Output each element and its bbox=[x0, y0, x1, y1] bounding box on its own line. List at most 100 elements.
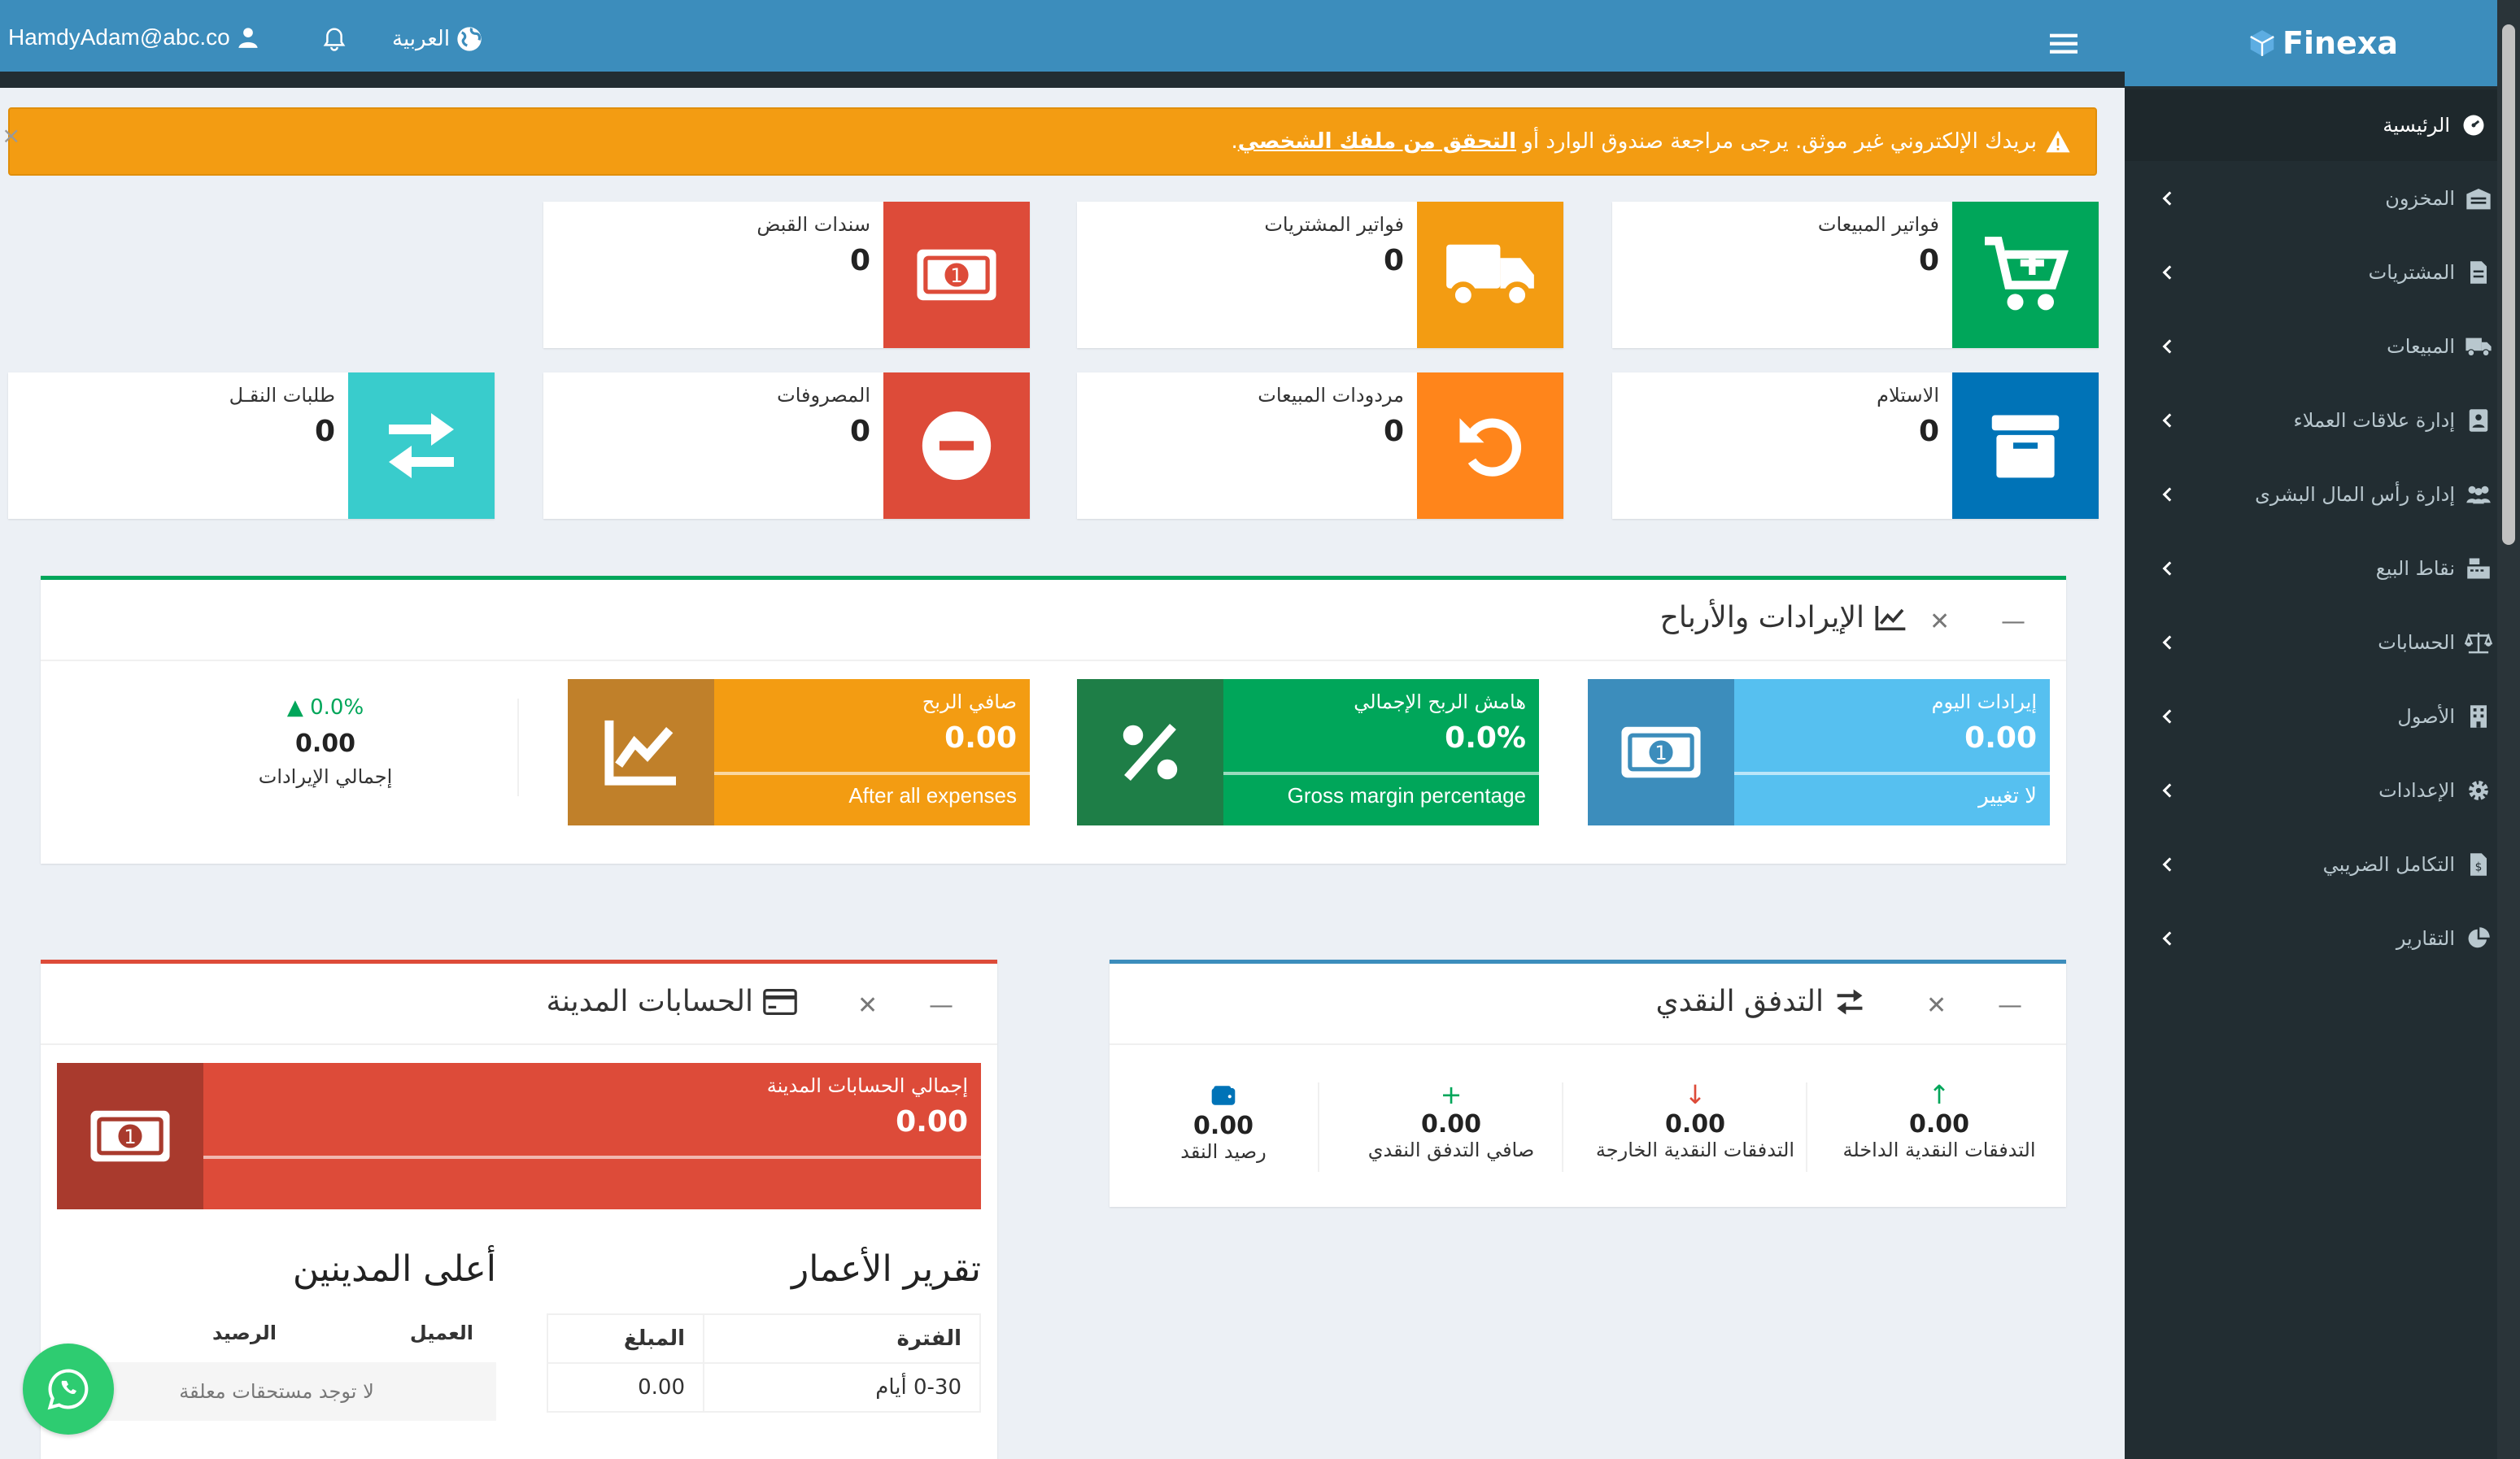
column-header: المبلغ bbox=[547, 1313, 704, 1364]
chevron-left-icon bbox=[2162, 782, 2172, 798]
sidebar-item-assets[interactable]: الأصول bbox=[2125, 679, 2520, 753]
divider bbox=[517, 699, 519, 796]
info-box-value: 0 bbox=[1383, 244, 1404, 277]
bell-icon[interactable] bbox=[322, 26, 347, 52]
sidebar-item-crm[interactable]: إدارة علاقات العملاء bbox=[2125, 383, 2520, 457]
info-box-expenses[interactable]: المصروفات 0 bbox=[543, 372, 1030, 519]
column-header: العميل bbox=[409, 1322, 473, 1344]
empty-state-text: لا توجد مستحقات معلقة bbox=[57, 1362, 496, 1421]
net-cashflow: + 0.00 صافي التدفق النقدي bbox=[1329, 1079, 1573, 1161]
verify-profile-link[interactable]: التحقق من ملفك الشخصي bbox=[1238, 129, 1516, 154]
table-cell: 0-30 أيام bbox=[703, 1362, 981, 1413]
sidebar-item-pos[interactable]: نقاط البيع bbox=[2125, 531, 2520, 605]
contact-card-icon bbox=[2465, 407, 2492, 434]
cart-plus-icon bbox=[1952, 202, 2099, 348]
email-verification-alert: بريدك الإلكتروني غير موثق. يرجى مراجعة ص… bbox=[8, 107, 2097, 176]
alert-text-end: . bbox=[1231, 129, 1238, 154]
close-panel-icon[interactable]: ✕ bbox=[857, 991, 878, 1020]
total-revenue-label: إجمالي الإيرادات bbox=[258, 765, 393, 788]
svg-text:$: $ bbox=[2475, 860, 2483, 873]
sidebar-item-home[interactable]: الرئيسية bbox=[2125, 89, 2520, 161]
sidebar-item-inventory[interactable]: المخزون bbox=[2125, 161, 2520, 235]
svg-text:1: 1 bbox=[1655, 741, 1667, 764]
exchange-arrows-icon bbox=[1837, 989, 1863, 1014]
gear-icon bbox=[2465, 777, 2492, 804]
scrollbar-thumb[interactable] bbox=[2502, 24, 2515, 545]
cash-outflow: ↓ 0.00 التدفقات النقدية الخارجة bbox=[1573, 1079, 1817, 1161]
sidebar-item-accounts[interactable]: الحسابات bbox=[2125, 605, 2520, 679]
alert-text: بريدك الإلكتروني غير موثق. يرجى مراجعة ص… bbox=[1523, 129, 2037, 154]
user-menu[interactable]: HamdyAdam@abc.co bbox=[8, 24, 259, 50]
info-box-label: مردودات المبيعات bbox=[1258, 384, 1404, 407]
cash-inflow: ↑ 0.00 التدفقات النقدية الداخلة bbox=[1817, 1079, 2061, 1161]
chevron-left-icon bbox=[2162, 930, 2172, 946]
undo-icon bbox=[1417, 372, 1563, 519]
info-box-receipt-vouchers[interactable]: 1 سندات القبض 0 bbox=[543, 202, 1030, 348]
info-box-label: طلبات النقـل bbox=[229, 384, 335, 407]
collapse-panel-icon[interactable]: — bbox=[2001, 608, 2025, 636]
hamburger-menu-icon[interactable] bbox=[2050, 31, 2077, 55]
sidebar-item-settings[interactable]: الإعدادات bbox=[2125, 753, 2520, 827]
stat-value: 0.00 bbox=[896, 1105, 968, 1139]
stat-footnote: لا تغيير bbox=[1978, 783, 2037, 808]
info-box-receiving[interactable]: الاستلام 0 bbox=[1612, 372, 2099, 519]
arrow-down-icon: ↓ bbox=[1684, 1079, 1707, 1110]
percent-icon bbox=[1077, 679, 1223, 825]
language-switcher[interactable]: العربية bbox=[392, 26, 482, 52]
sidebar-item-label: المخزون bbox=[2385, 186, 2455, 210]
user-email: HamdyAdam@abc.co bbox=[8, 24, 230, 50]
close-alert-icon[interactable]: × bbox=[2, 122, 20, 149]
line-chart-icon bbox=[568, 679, 714, 825]
info-box-purchase-invoices[interactable]: فواتير المشتريات 0 bbox=[1077, 202, 1563, 348]
close-panel-icon[interactable]: ✕ bbox=[1929, 608, 1950, 636]
sidebar-item-tax[interactable]: $ التكامل الضريبي bbox=[2125, 827, 2520, 901]
info-box-value: 0 bbox=[314, 415, 335, 448]
info-box-transfer-requests[interactable]: طلبات النقـل 0 bbox=[8, 372, 495, 519]
language-label: العربية bbox=[392, 27, 451, 51]
cash-balance-value: 0.00 bbox=[1192, 1112, 1254, 1140]
collapse-panel-icon[interactable]: — bbox=[1998, 991, 2022, 1020]
cash-inflow-label: التدفقات النقدية الداخلة bbox=[1842, 1139, 2036, 1161]
sidebar-item-reports[interactable]: التقارير bbox=[2125, 901, 2520, 975]
sidebar: Finexa الرئيسية المخزون المشتريات المبيع… bbox=[2125, 0, 2520, 1459]
stat-net-profit: صافي الربح 0.00 After all expenses bbox=[568, 679, 1030, 825]
cash-register-icon bbox=[2465, 555, 2492, 582]
stat-footnote: After all expenses bbox=[848, 783, 1017, 808]
exchange-arrows-icon bbox=[348, 372, 495, 519]
aging-table: الفترة المبلغ 0-30 أيام 0.00 bbox=[547, 1313, 981, 1413]
cash-outflow-label: التدفقات النقدية الخارجة bbox=[1595, 1139, 1795, 1161]
revenue-change: ▲ 0.0% bbox=[163, 695, 488, 720]
sidebar-item-sales[interactable]: المبيعات bbox=[2125, 309, 2520, 383]
chevron-left-icon bbox=[2162, 856, 2172, 872]
chevron-left-icon bbox=[2162, 338, 2172, 354]
stat-footnote: Gross margin percentage bbox=[1287, 783, 1526, 808]
collapse-panel-icon[interactable]: — bbox=[929, 991, 953, 1020]
archive-icon bbox=[1952, 372, 2099, 519]
column-header: الرصيد bbox=[211, 1322, 277, 1344]
brand-logo[interactable]: Finexa bbox=[2125, 0, 2520, 86]
info-box-label: فواتير المشتريات bbox=[1264, 213, 1404, 236]
info-box-sales-invoices[interactable]: فواتير المبيعات 0 bbox=[1612, 202, 2099, 348]
stat-label: إجمالي الحسابات المدينة bbox=[766, 1074, 968, 1097]
sidebar-scrollbar[interactable] bbox=[2497, 0, 2520, 1459]
info-box-sales-returns[interactable]: مردودات المبيعات 0 bbox=[1077, 372, 1563, 519]
whatsapp-chat-button[interactable] bbox=[23, 1344, 114, 1435]
sidebar-item-label: المشتريات bbox=[2368, 260, 2455, 284]
progress-bar bbox=[1223, 772, 1539, 775]
wallet-icon bbox=[1110, 1079, 1337, 1112]
panel-header: التدفق النقدي ✕ — bbox=[1110, 964, 2066, 1045]
top-navbar: HamdyAdam@abc.co العربية bbox=[0, 0, 2125, 88]
stat-value: 0.00 bbox=[944, 721, 1017, 755]
sidebar-item-purchases[interactable]: المشتريات bbox=[2125, 235, 2520, 309]
truck-icon bbox=[2465, 333, 2492, 360]
chevron-left-icon bbox=[2162, 560, 2172, 576]
stat-value: 0.00 bbox=[1964, 721, 2037, 755]
cashflow-panel: التدفق النقدي ✕ — ↑ 0.00 التدفقات النقدي… bbox=[1110, 960, 2066, 1207]
tax-file-icon: $ bbox=[2465, 851, 2492, 878]
info-box-value: 0 bbox=[849, 244, 870, 277]
sidebar-item-hr[interactable]: إدارة رأس المال البشرى bbox=[2125, 457, 2520, 531]
whatsapp-icon bbox=[47, 1369, 89, 1410]
svg-text:1: 1 bbox=[950, 263, 962, 287]
close-panel-icon[interactable]: ✕ bbox=[1926, 991, 1947, 1020]
people-icon bbox=[2465, 481, 2492, 508]
